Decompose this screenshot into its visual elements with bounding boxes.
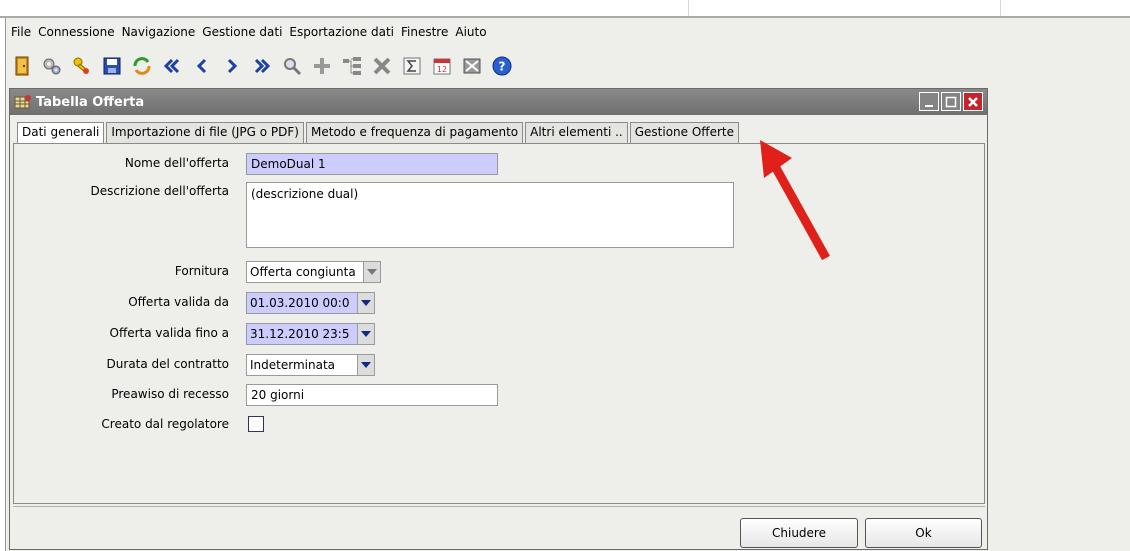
first-record-icon[interactable] [160,54,184,78]
last-record-icon[interactable] [250,54,274,78]
fornitura-select[interactable]: Offerta congiunta [246,261,381,283]
valida-da-label: Offerta valida da [128,295,229,309]
gears-icon[interactable] [40,54,64,78]
delete-icon[interactable] [370,54,394,78]
valida-fino-label: Offerta valida fino a [109,326,229,340]
tab-dati-generali[interactable]: Dati generali [17,122,105,144]
toolbar: 12 ? [10,50,610,82]
dati-generali-panel: Nome dell'offerta DemoDual 1 Descrizione… [13,143,985,504]
maximize-button[interactable] [941,92,961,111]
svg-text:12: 12 [437,65,447,74]
help-icon[interactable]: ? [490,54,514,78]
keys-icon[interactable] [70,54,94,78]
calendar-icon[interactable]: 12 [430,54,454,78]
durata-value: Indeterminata [250,358,335,372]
top-strip [0,0,1130,18]
exit-door-icon[interactable] [10,54,34,78]
preavviso-input[interactable]: 20 giorni [246,384,498,406]
chevron-down-icon[interactable] [357,355,374,375]
refresh-icon[interactable] [130,54,154,78]
maximize-icon [945,96,957,107]
fornitura-label: Fornitura [174,264,229,278]
close-window-button[interactable] [963,92,983,111]
nome-input[interactable]: DemoDual 1 [246,153,498,175]
valida-da-value: 01.03.2010 00:0 [247,293,357,313]
creato-label: Creato dal regolatore [101,417,229,431]
menu-connessione[interactable]: Connessione [35,25,118,39]
close-icon [968,96,978,107]
menu-aiuto[interactable]: Aiuto [452,25,490,39]
tree-icon[interactable] [340,54,364,78]
sum-icon[interactable] [400,54,424,78]
tab-gestione-offerte[interactable]: Gestione Offerte [629,122,739,143]
creato-checkbox[interactable] [248,416,264,432]
tabella-offerta-window: Tabella Offerta Dati generali Importazio… [9,88,988,550]
tab-strip: Dati generali Importazione di file (JPG … [17,122,741,144]
nome-label: Nome dell'offerta [124,156,229,170]
descrizione-textarea[interactable]: (descrizione dual) [246,182,734,248]
menu-finestre[interactable]: Finestre [398,25,452,39]
next-record-icon[interactable] [220,54,244,78]
durata-label: Durata del contratto [106,357,229,371]
durata-select[interactable]: Indeterminata [246,354,375,376]
chevron-down-icon[interactable] [357,324,374,344]
svg-text:?: ? [499,60,506,74]
tab-importazione-file[interactable]: Importazione di file (JPG o PDF) [106,122,304,143]
menu-gestione-dati[interactable]: Gestione dati [199,25,286,39]
save-disk-icon[interactable] [100,54,124,78]
valida-fino-select[interactable]: 31.12.2010 23:5 [246,323,375,345]
tab-altri-elementi[interactable]: Altri elementi .. [525,122,628,143]
valida-da-select[interactable]: 01.03.2010 00:0 [246,292,375,314]
ok-button[interactable]: Ok [865,518,982,548]
chevron-down-icon[interactable] [363,262,380,282]
preavviso-label: Preawiso di recesso [111,387,229,401]
minimize-icon [925,104,933,107]
menubar: File Connessione Navigazione Gestione da… [8,20,1128,44]
descrizione-label: Descrizione dell'offerta [90,184,229,198]
menu-navigazione[interactable]: Navigazione [119,25,200,39]
window-titlebar[interactable]: Tabella Offerta [10,89,987,115]
minimize-button[interactable] [919,92,939,111]
table-icon [14,95,31,109]
valida-fino-value: 31.12.2010 23:5 [247,324,357,344]
menu-file[interactable]: File [8,25,35,39]
fornitura-value: Offerta congiunta [250,265,356,279]
search-icon[interactable] [280,54,304,78]
add-icon[interactable] [310,54,334,78]
previous-record-icon[interactable] [190,54,214,78]
annotation-arrow [760,140,830,261]
chevron-down-icon[interactable] [357,293,374,313]
menu-esportazione-dati[interactable]: Esportazione dati [286,25,398,39]
export-icon[interactable] [460,54,484,78]
window-title: Tabella Offerta [36,94,145,110]
chiudere-button[interactable]: Chiudere [740,518,858,548]
button-bar: Chiudere Ok [13,506,985,549]
tab-metodo-pagamento[interactable]: Metodo e frequenza di pagamento [306,122,524,143]
